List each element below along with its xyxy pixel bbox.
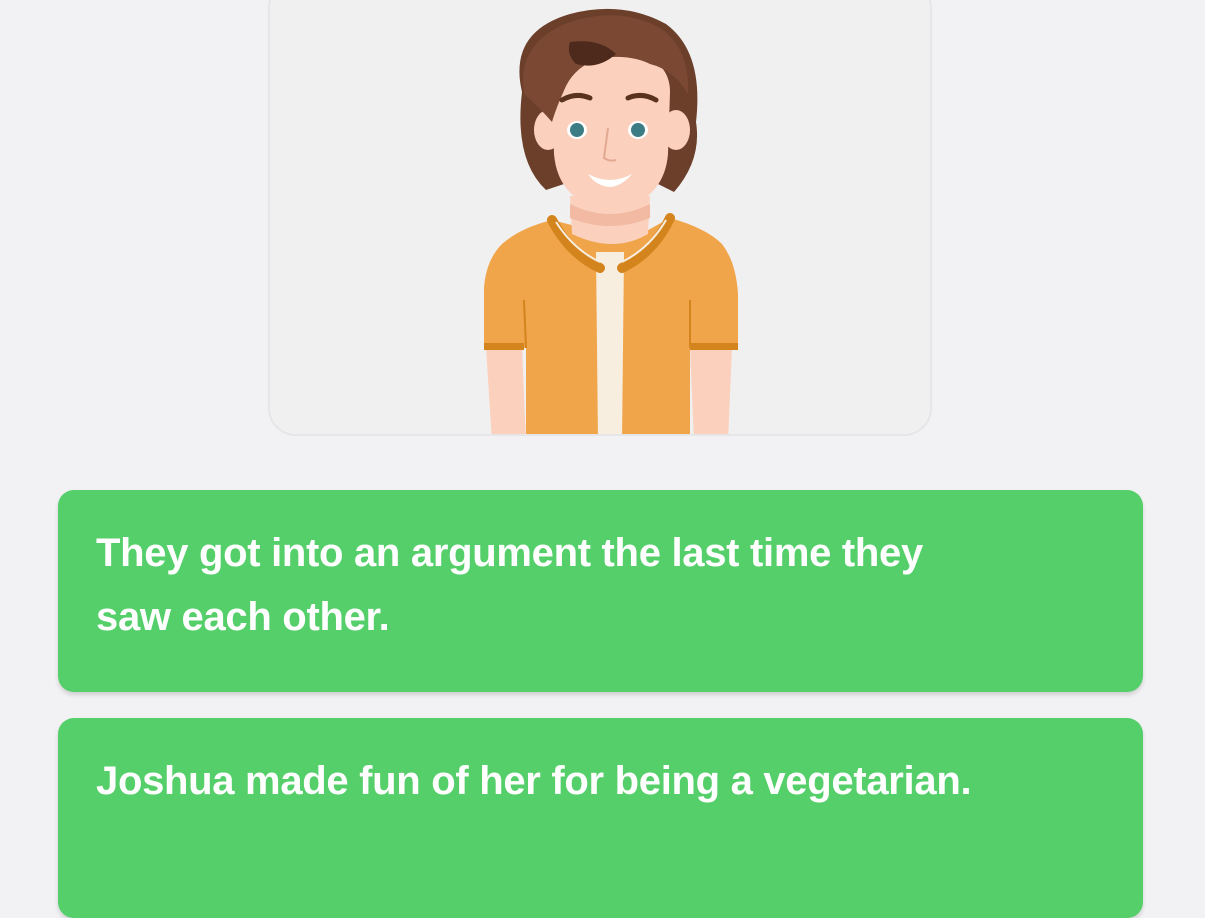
- answer-option-1[interactable]: They got into an argument the last time …: [58, 490, 1143, 692]
- man-character-avatar-icon: [484, 8, 738, 434]
- answer-option-1-label: They got into an argument the last time …: [96, 531, 923, 639]
- character-card: [268, 0, 932, 436]
- answer-option-2-label: Joshua made fun of her for being a veget…: [96, 759, 972, 803]
- answer-option-2[interactable]: Joshua made fun of her for being a veget…: [58, 718, 1143, 918]
